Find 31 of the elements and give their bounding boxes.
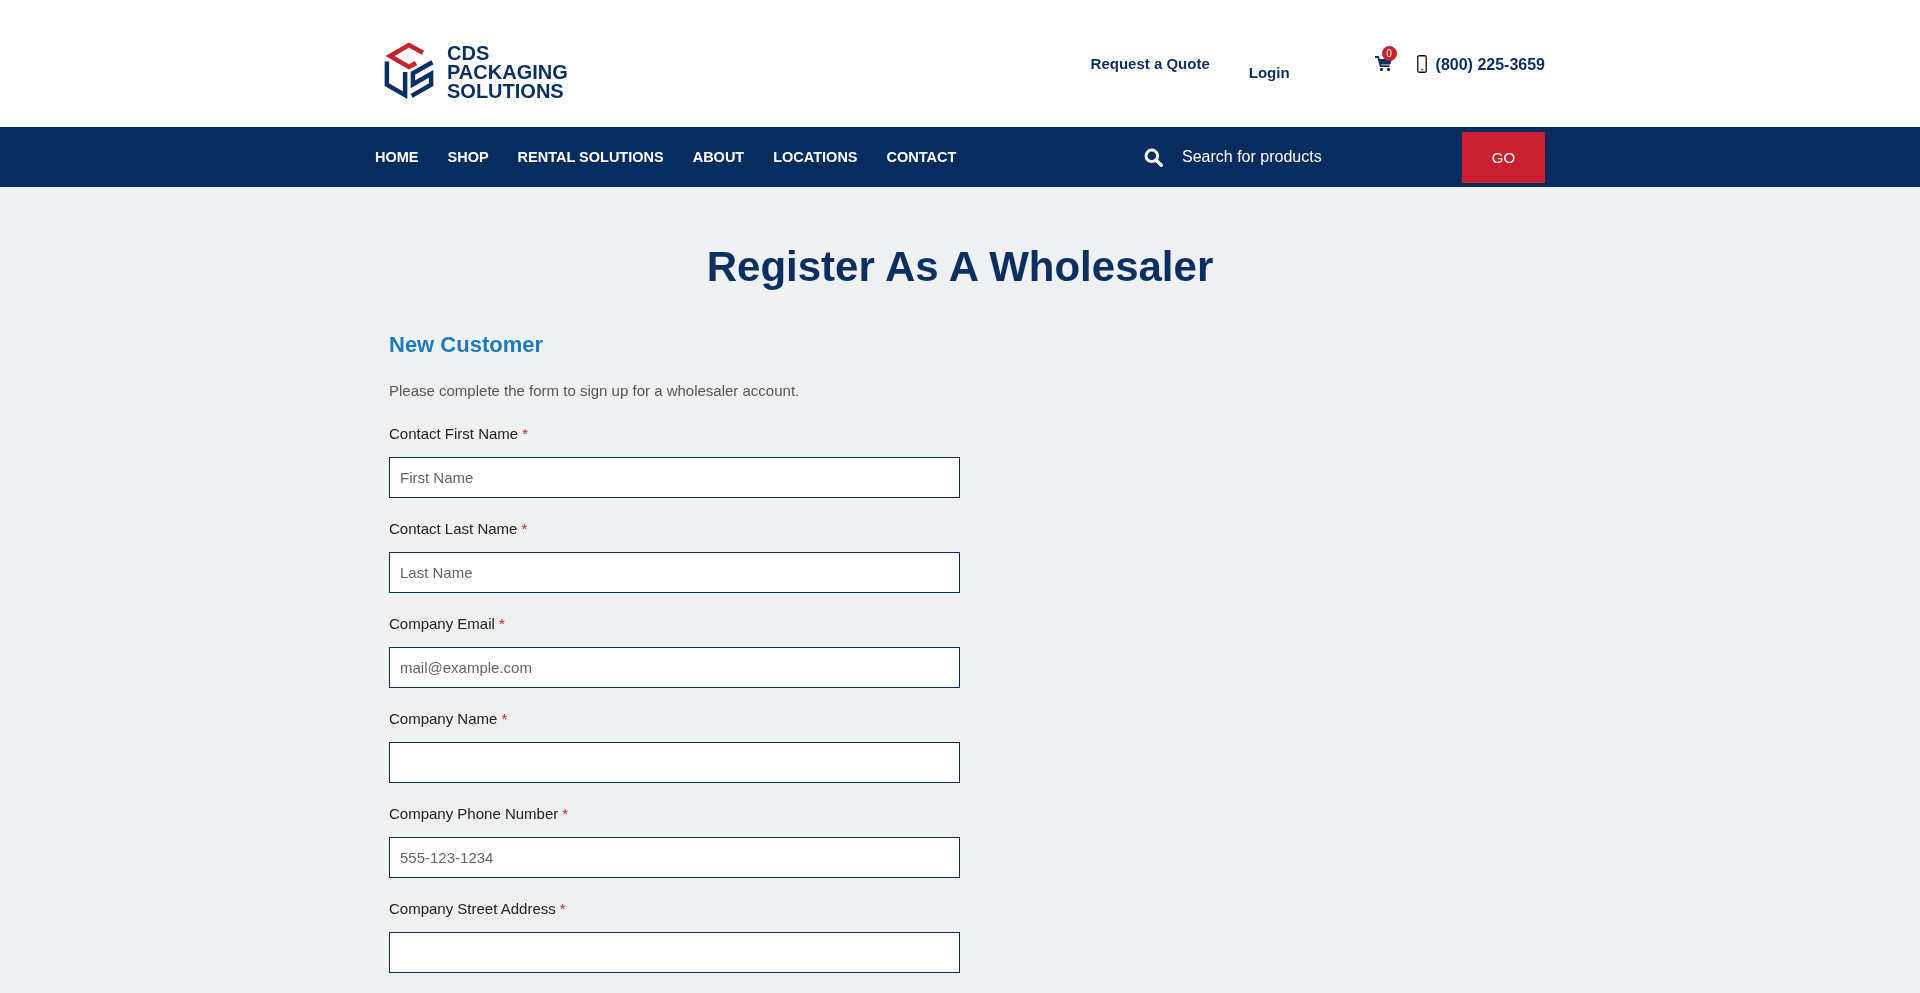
- text-input[interactable]: [389, 932, 960, 973]
- text-input[interactable]: mail@example.com: [389, 647, 960, 688]
- request-quote-link[interactable]: Request a Quote: [1090, 55, 1210, 73]
- field-label: Contact First Name *: [389, 424, 529, 444]
- text-input[interactable]: Last Name: [389, 552, 960, 593]
- nav-link[interactable]: RENTAL SOLUTIONS: [517, 149, 664, 165]
- form-description: Please complete the form to sign up for a wholesaler account.: [389, 381, 801, 401]
- text-input[interactable]: [389, 742, 960, 783]
- nav-link[interactable]: ABOUT: [692, 149, 745, 165]
- field-label: Company Street Address *: [389, 899, 566, 919]
- search-icon: [1144, 147, 1163, 167]
- nav-link[interactable]: SHOP: [447, 149, 489, 165]
- field-label: Company Name *: [389, 709, 508, 729]
- search-field[interactable]: Search for products: [1182, 146, 1452, 168]
- nav-link[interactable]: CONTACT: [886, 149, 957, 165]
- field-label: Contact Last Name *: [389, 519, 528, 539]
- text-input[interactable]: First Name: [389, 457, 960, 498]
- phone-number-link[interactable]: (800) 225-3659: [1435, 56, 1545, 74]
- nav-link[interactable]: LOCATIONS: [773, 149, 858, 165]
- mobile-phone-icon: [1416, 55, 1427, 73]
- cart-icon[interactable]: [1374, 56, 1392, 71]
- text-input[interactable]: 555-123-1234: [389, 837, 960, 878]
- logo-text[interactable]: CDS PACKAGING SOLUTIONS: [447, 43, 568, 101]
- login-link[interactable]: Login: [1248, 64, 1290, 82]
- page-title: Register As A Wholesaler: [705, 242, 1215, 292]
- nav-link[interactable]: HOME: [375, 149, 419, 165]
- go-button[interactable]: GO: [1462, 131, 1545, 183]
- section-heading: New Customer: [389, 332, 545, 358]
- field-label: Company Phone Number *: [389, 804, 569, 824]
- field-label: Company Email *: [389, 614, 505, 634]
- cart-count-badge: 0: [1381, 46, 1397, 61]
